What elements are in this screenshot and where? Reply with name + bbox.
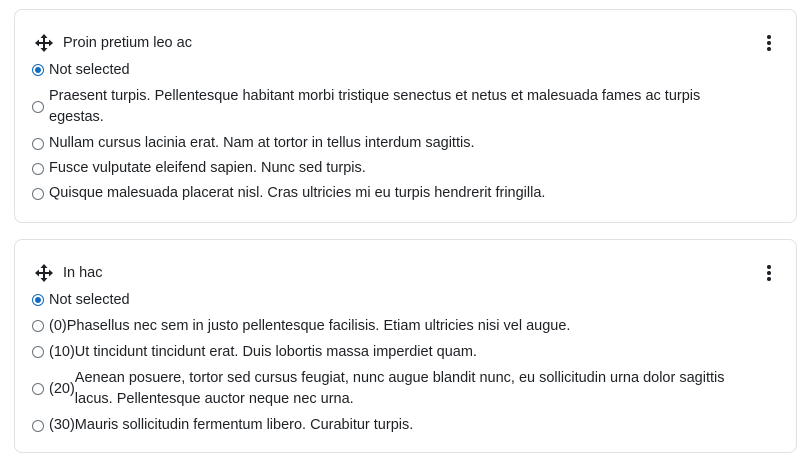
criterion-header: Proin pretium leo ac [35, 31, 776, 55]
move-icon[interactable] [35, 264, 53, 282]
level-label: Phasellus nec sem in justo pellentesque … [66, 317, 571, 334]
level-option[interactable]: Not selected [31, 287, 756, 313]
level-option[interactable]: Praesent turpis. Pellentesque habitant m… [31, 83, 756, 131]
level-option[interactable]: Not selected [31, 57, 756, 83]
level-label: Nullam cursus lacinia erat. Nam at torto… [49, 135, 475, 151]
level-score: (10) [49, 343, 75, 360]
level-score: (20) [49, 380, 75, 397]
level-option[interactable]: (0) Phasellus nec sem in justo pellentesq… [31, 313, 756, 339]
level-label: Mauris sollicitudin fermentum libero. Cu… [74, 417, 414, 433]
level-radio[interactable] [32, 346, 44, 358]
level-radio[interactable] [32, 137, 44, 150]
move-icon[interactable] [35, 34, 53, 52]
level-option[interactable]: Quisque malesuada placerat nisl. Cras ul… [31, 181, 756, 206]
level-options: Not selected (0) Phasellus nec sem in just… [31, 287, 756, 438]
level-label: Not selected [49, 61, 130, 78]
level-option[interactable]: (10) Ut tincidunt tincidunt erat. Duis lo… [31, 339, 756, 365]
level-label: Praesent turpis. Pellentesque habitant m… [49, 88, 701, 125]
criterion-card: Proin pretium leo ac Not selected Praesen… [14, 9, 797, 223]
level-label: Fusce vulputate eleifend sapien. Nunc se… [49, 160, 366, 176]
level-radio[interactable] [32, 101, 44, 113]
criterion-title: Proin pretium leo ac [63, 35, 192, 51]
level-radio[interactable] [32, 294, 44, 306]
level-label: Quisque malesuada placerat nisl. Cras ul… [49, 185, 546, 201]
level-label: Not selected [49, 291, 130, 308]
criterion-header: In hac [35, 261, 776, 285]
level-label: Aenean posuere, tortor sed cursus feugia… [74, 370, 725, 407]
level-radio[interactable] [32, 419, 44, 432]
level-label: Ut tincidunt tincidunt erat. Duis lobort… [74, 343, 477, 360]
level-options: Not selected Praesent turpis. Pellentesqu… [31, 57, 756, 206]
level-radio[interactable] [32, 64, 44, 76]
level-option[interactable]: (30) Mauris sollicitudin fermentum libero… [31, 413, 756, 438]
level-radio[interactable] [32, 383, 44, 395]
criterion-title: In hac [63, 265, 103, 281]
level-radio[interactable] [32, 162, 44, 175]
vertical-ellipsis-icon[interactable] [760, 263, 778, 283]
level-option[interactable]: (20) Aenean posuere, tortor sed cursus fe… [31, 365, 756, 413]
level-radio[interactable] [32, 187, 44, 200]
level-score: (30) [49, 417, 75, 433]
level-score: (0) [49, 317, 67, 334]
level-option[interactable]: Nullam cursus lacinia erat. Nam at torto… [31, 131, 756, 156]
level-radio[interactable] [32, 320, 44, 332]
criterion-card: In hac Not selected (0) Phasellus nec sem … [14, 239, 797, 453]
level-option[interactable]: Fusce vulputate eleifend sapien. Nunc se… [31, 156, 756, 181]
vertical-ellipsis-icon[interactable] [760, 33, 778, 53]
